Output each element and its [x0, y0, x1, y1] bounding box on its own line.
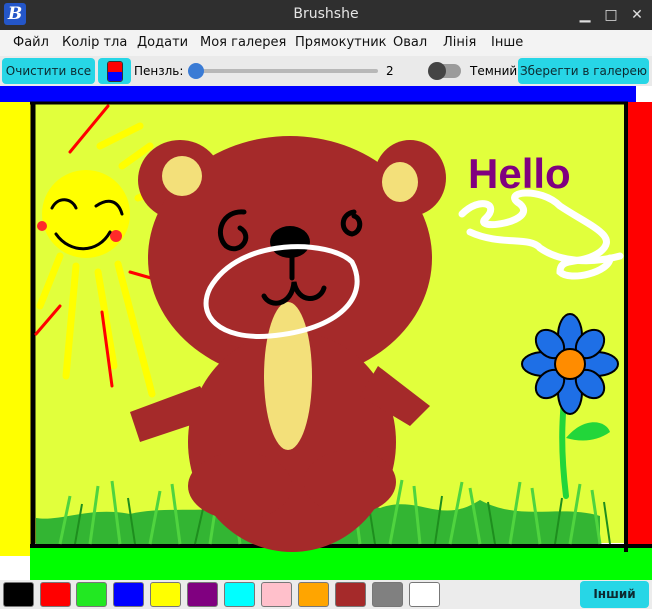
- color-swatch-white[interactable]: [409, 582, 440, 607]
- drawing-canvas[interactable]: Hello: [0, 86, 652, 580]
- color-swatch-green[interactable]: [76, 582, 107, 607]
- color-palette: Інший: [0, 580, 652, 609]
- dark-mode-toggle[interactable]: [428, 62, 461, 80]
- green-frame-edge: [30, 546, 652, 580]
- maximize-button[interactable]: □: [601, 5, 621, 25]
- color-swatch-pink[interactable]: [261, 582, 292, 607]
- color-swatch-cyan[interactable]: [224, 582, 255, 607]
- save-to-gallery-button[interactable]: Зберегти в галерею: [518, 58, 649, 84]
- menu-other[interactable]: Інше: [491, 35, 523, 50]
- close-button[interactable]: ✕: [627, 5, 647, 25]
- menu-bar: Файл Колір тла Додати Моя галерея Прямок…: [0, 30, 652, 56]
- color-swatch-gray[interactable]: [372, 582, 403, 607]
- drawing-artwork: Hello: [0, 86, 652, 580]
- color-swatch-black[interactable]: [3, 582, 34, 607]
- color-swatch-orange[interactable]: [298, 582, 329, 607]
- menu-my-gallery[interactable]: Моя галерея: [200, 35, 286, 50]
- color-swatch-brown[interactable]: [335, 582, 366, 607]
- brush-label: Пензль:: [134, 64, 184, 78]
- menu-rectangle[interactable]: Прямокутник: [295, 35, 387, 50]
- title-bar: B Brushshe ▁ □ ✕: [0, 0, 652, 30]
- brush-size-slider-handle[interactable]: [188, 63, 204, 79]
- menu-line[interactable]: Лінія: [443, 35, 476, 50]
- color-swatch-yellow[interactable]: [150, 582, 181, 607]
- hello-text: Hello: [468, 150, 571, 197]
- clear-all-button[interactable]: Очистити все: [2, 58, 95, 84]
- red-frame-edge: [628, 102, 652, 552]
- current-color-icon: [107, 61, 123, 82]
- menu-file[interactable]: Файл: [13, 35, 49, 50]
- color-swatch-red[interactable]: [40, 582, 71, 607]
- menu-background-color[interactable]: Колір тла: [62, 35, 127, 50]
- brush-size-value: 2: [386, 64, 394, 78]
- minimize-button[interactable]: ▁: [575, 5, 595, 25]
- other-color-button[interactable]: Інший: [580, 581, 649, 608]
- toolbar: Очистити все Пензль: 2 Темний Зберегти в…: [0, 56, 652, 86]
- color-swatch-blue[interactable]: [113, 582, 144, 607]
- sun: [42, 170, 130, 258]
- dark-mode-toggle-knob: [428, 62, 446, 80]
- blue-frame-edge: [0, 86, 636, 102]
- window-title: Brushshe: [293, 6, 359, 22]
- brush-size-slider[interactable]: [188, 63, 378, 79]
- menu-oval[interactable]: Овал: [393, 35, 427, 50]
- dark-mode-label: Темний: [470, 64, 518, 78]
- yellow-frame-edge: [0, 102, 32, 556]
- menu-add[interactable]: Додати: [137, 35, 188, 50]
- current-color-button[interactable]: [98, 58, 131, 84]
- color-swatch-purple[interactable]: [187, 582, 218, 607]
